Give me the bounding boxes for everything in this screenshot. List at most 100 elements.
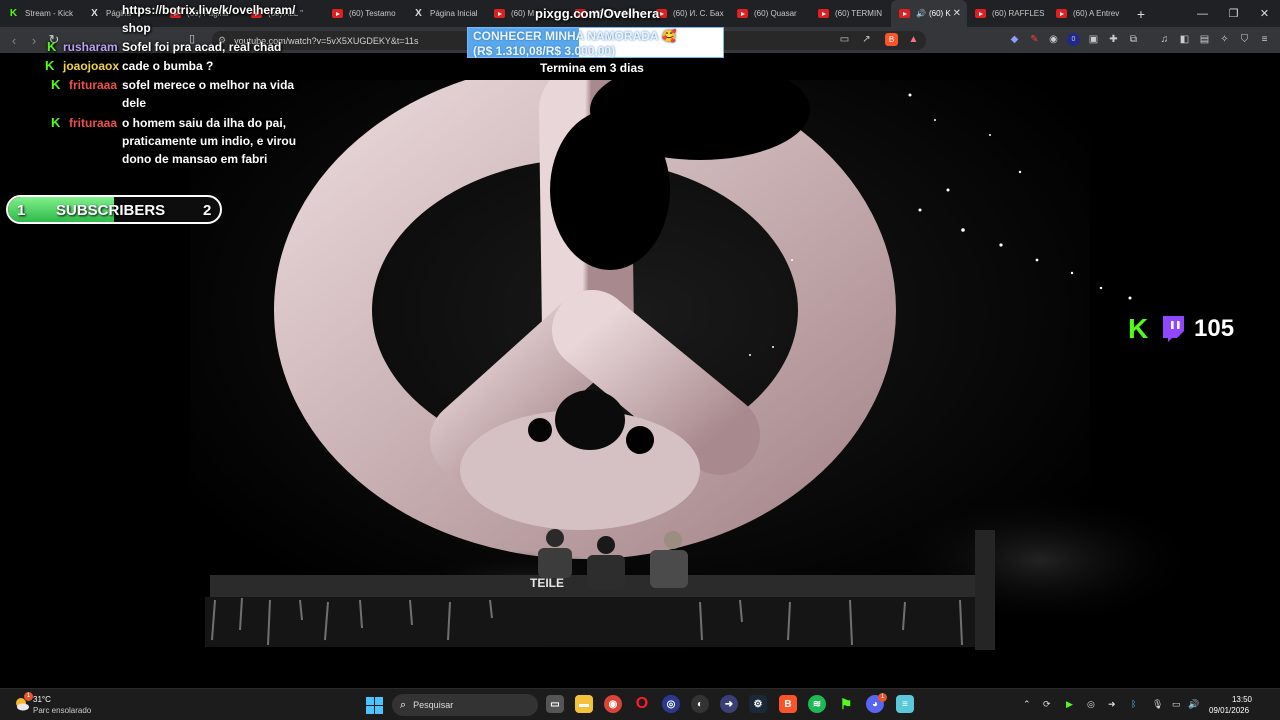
cast-icon[interactable]: ▭: [838, 33, 851, 46]
tray-share-icon[interactable]: ➜: [1108, 699, 1116, 710]
browser-tab[interactable]: (60) Testamo: [324, 0, 405, 27]
weather-badge: 1: [24, 692, 33, 701]
subscriber-goal: 2: [203, 202, 212, 219]
app-icon-7[interactable]: ➜: [720, 695, 738, 713]
bluetooth-icon[interactable]: ᛒ: [1131, 699, 1136, 709]
chat-text: o homem saiu da ilha do pai, praticament…: [122, 116, 297, 166]
brave-shields-icon[interactable]: B: [885, 33, 898, 46]
spotify-icon[interactable]: ≋: [808, 695, 826, 713]
kick-logo-icon: K: [1128, 313, 1149, 344]
tab-label: (60) A Entrev: [1073, 9, 1120, 18]
tray-app-icon[interactable]: ◎: [1087, 699, 1095, 710]
extension-icon-2[interactable]: ✎: [1028, 33, 1041, 46]
volume-icon[interactable]: 🔊: [1188, 699, 1199, 710]
extension-icon-4[interactable]: 0: [1067, 33, 1080, 46]
file-explorer-icon[interactable]: ▬: [575, 695, 593, 713]
tray-play-icon[interactable]: ▶: [1066, 699, 1073, 710]
tab-label: Página Inicial: [430, 9, 478, 18]
youtube-icon: [494, 9, 505, 18]
browser-tab[interactable]: (60) И. С. Бах: [648, 0, 729, 27]
screen: TEILE K Stream - Kick X Página (60) Pagina (6…: [0, 0, 1280, 720]
leo-ai-icon[interactable]: ✧: [1218, 33, 1231, 46]
wallet-icon[interactable]: ▤: [1198, 33, 1211, 46]
chrome-icon[interactable]: ◉: [604, 695, 622, 713]
app-icon-5[interactable]: ◎: [662, 695, 680, 713]
tab-label: (60) RAFFLES: [992, 9, 1045, 18]
weather-temperature[interactable]: 31°C: [33, 695, 51, 704]
tab-audio-icon[interactable]: 🔊: [916, 9, 926, 18]
tab-label: (60) И. С. Бах: [673, 9, 724, 18]
extension-icon-1[interactable]: ◆: [1008, 33, 1021, 46]
youtube-icon: [1056, 9, 1067, 18]
taskbar-search[interactable]: ⌕ Pesquisar: [392, 694, 538, 716]
browser-tab[interactable]: (60) A Entrev: [1048, 0, 1129, 27]
viewer-counter: K 105: [1128, 314, 1234, 344]
browser-tab[interactable]: 🔊 (60) K ✕: [891, 0, 967, 27]
extension-icon-5[interactable]: ▣: [1087, 33, 1100, 46]
tab-label: Stream - Kick: [25, 9, 74, 18]
clock-date[interactable]: 09/01/2026: [1209, 706, 1249, 715]
donation-goal-bar: CONHECER MINHA NAMORADA 🥰 (R$ 1.310,08/R…: [467, 27, 724, 58]
app-icon-11[interactable]: ⚑: [837, 695, 855, 713]
youtube-icon: [737, 9, 748, 18]
tray-overflow-icon[interactable]: ⌃: [1023, 699, 1031, 710]
chat-username: frituraaa: [69, 116, 118, 130]
network-icon[interactable]: ▭: [1172, 699, 1181, 710]
windows-taskbar: 1 31°C Parc ensolarado ⌕ Pesquisar ▭ ▬ ◉…: [0, 688, 1280, 720]
youtube-icon: [818, 9, 829, 18]
opera-icon[interactable]: O: [633, 695, 651, 713]
minimize-icon[interactable]: —: [1187, 0, 1218, 27]
notepad-icon[interactable]: ≡: [896, 695, 914, 713]
forward-icon[interactable]: ›: [24, 33, 44, 48]
menu-icon[interactable]: ≡: [1258, 33, 1271, 46]
vpn-icon[interactable]: ⛉: [1238, 33, 1251, 46]
kick-badge-icon: K: [51, 115, 61, 130]
twitch-logo-icon: [1163, 316, 1184, 342]
tab-label: (60) TERMIN: [835, 9, 882, 18]
brave-icon[interactable]: B: [779, 695, 797, 713]
discord-badge: 1: [878, 693, 887, 702]
browser-tab[interactable]: (60) RAFFLES: [967, 0, 1048, 27]
youtube-icon: [975, 9, 986, 18]
clock-time[interactable]: 13:50: [1226, 695, 1252, 704]
windows-start-icon[interactable]: [366, 697, 383, 714]
extension-icon-3[interactable]: ◉: [1047, 33, 1060, 46]
puzzle-icon[interactable]: ✚: [1107, 33, 1120, 46]
tray-sync-icon[interactable]: ⟳: [1043, 699, 1051, 710]
sidebar-icon[interactable]: ◧: [1178, 33, 1191, 46]
browser-tab[interactable]: (60) Quasar: [729, 0, 810, 27]
maximize-icon[interactable]: ❐: [1218, 0, 1249, 27]
kick-badge-icon: K: [45, 58, 55, 73]
stage-banner-text: TEILE: [530, 576, 564, 590]
subscriber-current: 1: [17, 202, 26, 219]
x-icon: X: [91, 8, 98, 19]
microphone-icon[interactable]: 🎙: [1152, 699, 1163, 710]
youtube-icon: [899, 9, 910, 18]
kick-badge-icon: K: [51, 77, 61, 92]
weather-description[interactable]: Parc ensolarado: [33, 706, 91, 715]
browser-tab[interactable]: X Página Inicial: [405, 0, 486, 27]
goal-ends-label: Termina em 3 dias: [540, 61, 644, 75]
task-view-icon[interactable]: ▭: [546, 695, 564, 713]
kick-badge-icon: K: [47, 39, 57, 54]
share-icon[interactable]: ↗: [860, 33, 873, 46]
youtube-icon: [332, 9, 343, 18]
tab-label: (60) Testamo: [349, 9, 396, 18]
new-tab-icon[interactable]: +: [1129, 6, 1153, 22]
shop-label: shop: [122, 21, 151, 35]
subscriber-label: SUBSCRIBERS: [56, 202, 166, 219]
chat-username: rusharam: [63, 40, 118, 54]
brave-rewards-icon[interactable]: ▲: [907, 33, 920, 46]
browser-tab[interactable]: (60) TERMIN: [810, 0, 891, 27]
media-icon[interactable]: ♫: [1158, 33, 1171, 46]
tab-label: (60) M: [511, 9, 535, 18]
close-icon[interactable]: ✕: [1249, 0, 1280, 27]
browser-tab[interactable]: K Stream - Kick: [0, 0, 81, 27]
screenshot-icon[interactable]: ⧉: [1127, 33, 1140, 46]
github-icon[interactable]: ◐: [691, 695, 709, 713]
steam-icon[interactable]: ⚙: [749, 695, 767, 713]
back-icon[interactable]: ‹: [4, 33, 24, 48]
tab-close-icon[interactable]: ✕: [953, 8, 961, 19]
donation-goal-title: CONHECER MINHA NAMORADA 🥰: [473, 29, 677, 43]
viewer-count: 105: [1194, 315, 1235, 342]
